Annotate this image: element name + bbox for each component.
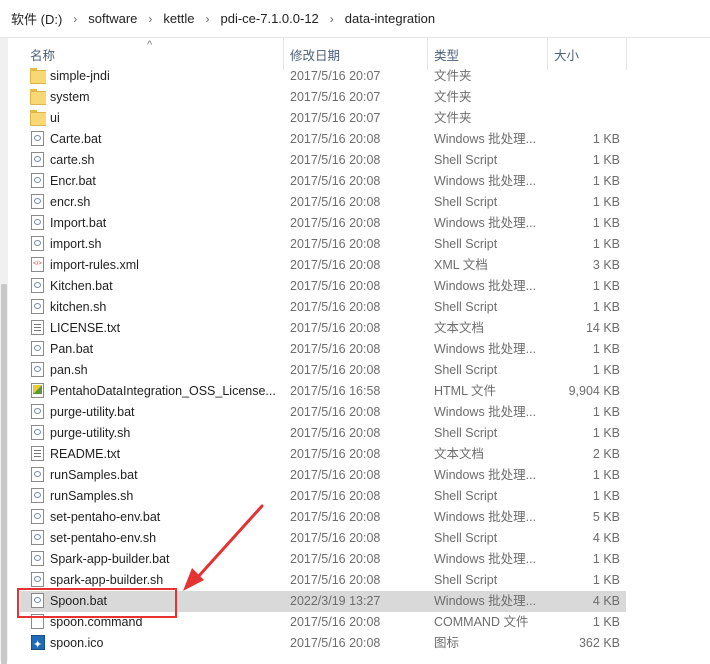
annotation-arrow xyxy=(183,504,264,591)
